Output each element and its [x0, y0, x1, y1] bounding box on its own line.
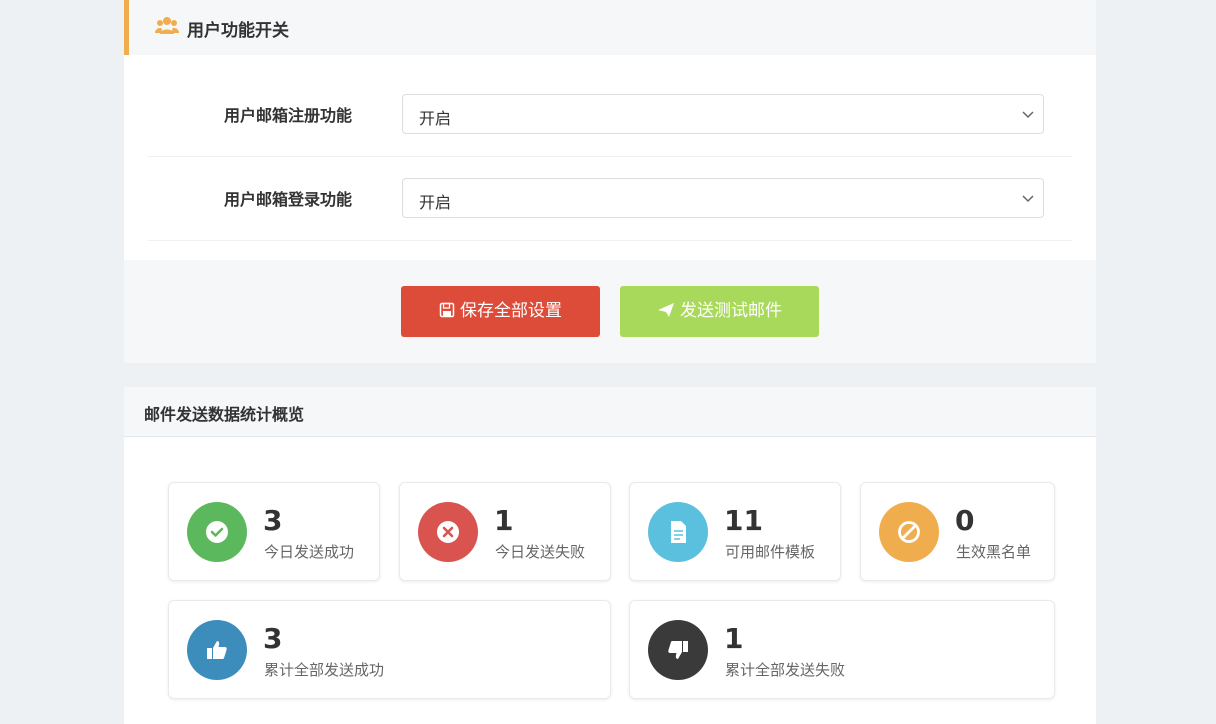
chevron-down-icon: [1022, 111, 1034, 119]
user-feature-header: 用户功能开关: [124, 0, 1096, 55]
stat-value: 1: [494, 504, 514, 537]
stat-value: 0: [955, 504, 975, 537]
stat-templates: 11 可用邮件模板: [629, 482, 841, 581]
stat-label: 今日发送成功: [264, 543, 355, 561]
stat-label: 生效黑名单: [956, 543, 1032, 561]
send-test-label: 发送测试邮件: [680, 301, 782, 321]
stat-value: 3: [263, 622, 283, 655]
stat-icon-circle: [187, 620, 247, 680]
mail-stats-header: 邮件发送数据统计概览: [124, 387, 1096, 437]
mail-stats-panel: 邮件发送数据统计概览 3 今日发送成功 1 今日发送失败 11 可用邮件模板 0…: [124, 387, 1096, 724]
stat-icon-circle: [648, 620, 708, 680]
stat-icon-circle: [879, 502, 939, 562]
save-icon: [439, 302, 455, 318]
thumbs-down-icon: [668, 641, 688, 659]
form-row-register: 用户邮箱注册功能 开启: [148, 72, 1072, 157]
document-icon: [671, 521, 686, 543]
actions-bar: 保存全部设置 发送测试邮件: [124, 260, 1096, 363]
register-select-value: 开启: [419, 109, 452, 128]
stat-label: 可用邮件模板: [725, 543, 816, 561]
stat-icon-circle: [187, 502, 247, 562]
paper-plane-icon: [658, 303, 674, 317]
stat-today-failed: 1 今日发送失败: [399, 482, 611, 581]
register-label: 用户邮箱注册功能: [224, 106, 353, 125]
stat-today-success: 3 今日发送成功: [168, 482, 380, 581]
stat-value: 3: [263, 504, 283, 537]
stat-blacklist: 0 生效黑名单: [860, 482, 1055, 581]
stat-icon-circle: [648, 502, 708, 562]
save-all-label: 保存全部设置: [460, 301, 562, 321]
stat-label: 累计全部发送失败: [725, 661, 846, 679]
users-icon: [155, 17, 179, 34]
stat-value: 1: [724, 622, 744, 655]
save-all-button[interactable]: 保存全部设置: [401, 286, 600, 337]
x-circle-icon: [437, 521, 459, 543]
thumbs-up-icon: [207, 641, 227, 659]
send-test-button[interactable]: 发送测试邮件: [620, 286, 819, 337]
chevron-down-icon: [1022, 195, 1034, 203]
stat-total-failed: 1 累计全部发送失败: [629, 600, 1055, 699]
stat-label: 累计全部发送成功: [264, 661, 385, 679]
check-icon: [206, 521, 228, 543]
user-feature-panel: 用户功能开关 用户邮箱注册功能 开启 用户邮箱登录功能 开启 保存全部设置 发送…: [124, 0, 1096, 363]
login-select[interactable]: 开启: [402, 178, 1044, 218]
mail-stats-title: 邮件发送数据统计概览: [144, 405, 305, 424]
form-row-login: 用户邮箱登录功能 开启: [148, 156, 1072, 241]
stat-icon-circle: [418, 502, 478, 562]
stat-total-success: 3 累计全部发送成功: [168, 600, 611, 699]
user-feature-title: 用户功能开关: [187, 21, 289, 41]
ban-icon: [898, 521, 920, 543]
register-select[interactable]: 开启: [402, 94, 1044, 134]
login-select-value: 开启: [419, 193, 452, 212]
stat-label: 今日发送失败: [495, 543, 586, 561]
login-label: 用户邮箱登录功能: [224, 190, 353, 209]
stat-value: 11: [724, 504, 763, 537]
